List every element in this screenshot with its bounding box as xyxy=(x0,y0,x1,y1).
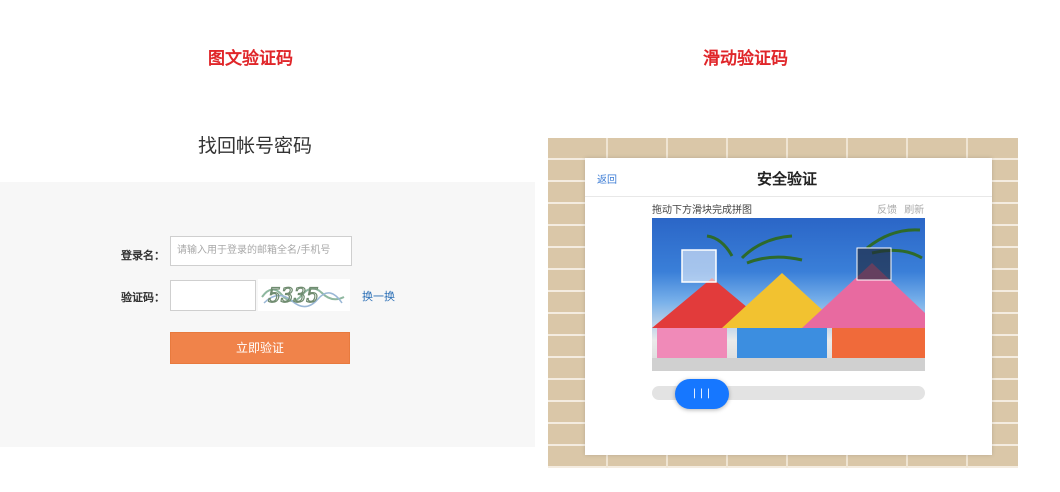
image-captcha-section-title: 图文验证码 xyxy=(208,49,293,69)
slide-captcha-section-title: 滑动验证码 xyxy=(703,49,788,69)
captcha-text: 5335 xyxy=(268,283,319,307)
security-dialog: 返回 安全验证 拖动下方滑块完成拼图 反馈 刷新 ||| xyxy=(585,158,992,455)
recover-form-panel: 登录名： 请输入用于登录的邮箱全名/手机号 验证码： 5335 换一换 立即验证 xyxy=(0,182,535,447)
puzzle-image xyxy=(652,218,925,371)
feedback-link[interactable]: 反馈 xyxy=(877,205,897,216)
login-label: 登录名： xyxy=(121,249,165,262)
refresh-captcha-link[interactable]: 换一换 xyxy=(362,288,395,304)
login-input[interactable]: 请输入用于登录的邮箱全名/手机号 xyxy=(170,236,352,266)
submit-verify-button[interactable]: 立即验证 xyxy=(170,332,350,364)
dialog-title: 安全验证 xyxy=(757,170,818,188)
refresh-link[interactable]: 刷新 xyxy=(904,205,924,216)
captcha-image[interactable]: 5335 xyxy=(258,279,350,311)
dialog-divider xyxy=(585,196,992,197)
back-link[interactable]: 返回 xyxy=(597,171,617,186)
page-title: 找回帐号密码 xyxy=(198,135,313,157)
captcha-label: 验证码： xyxy=(121,291,165,304)
grip-lines-icon[interactable]: ||| xyxy=(675,379,729,409)
slide-hint: 拖动下方滑块完成拼图 xyxy=(652,205,752,216)
captcha-input[interactable] xyxy=(170,280,256,311)
